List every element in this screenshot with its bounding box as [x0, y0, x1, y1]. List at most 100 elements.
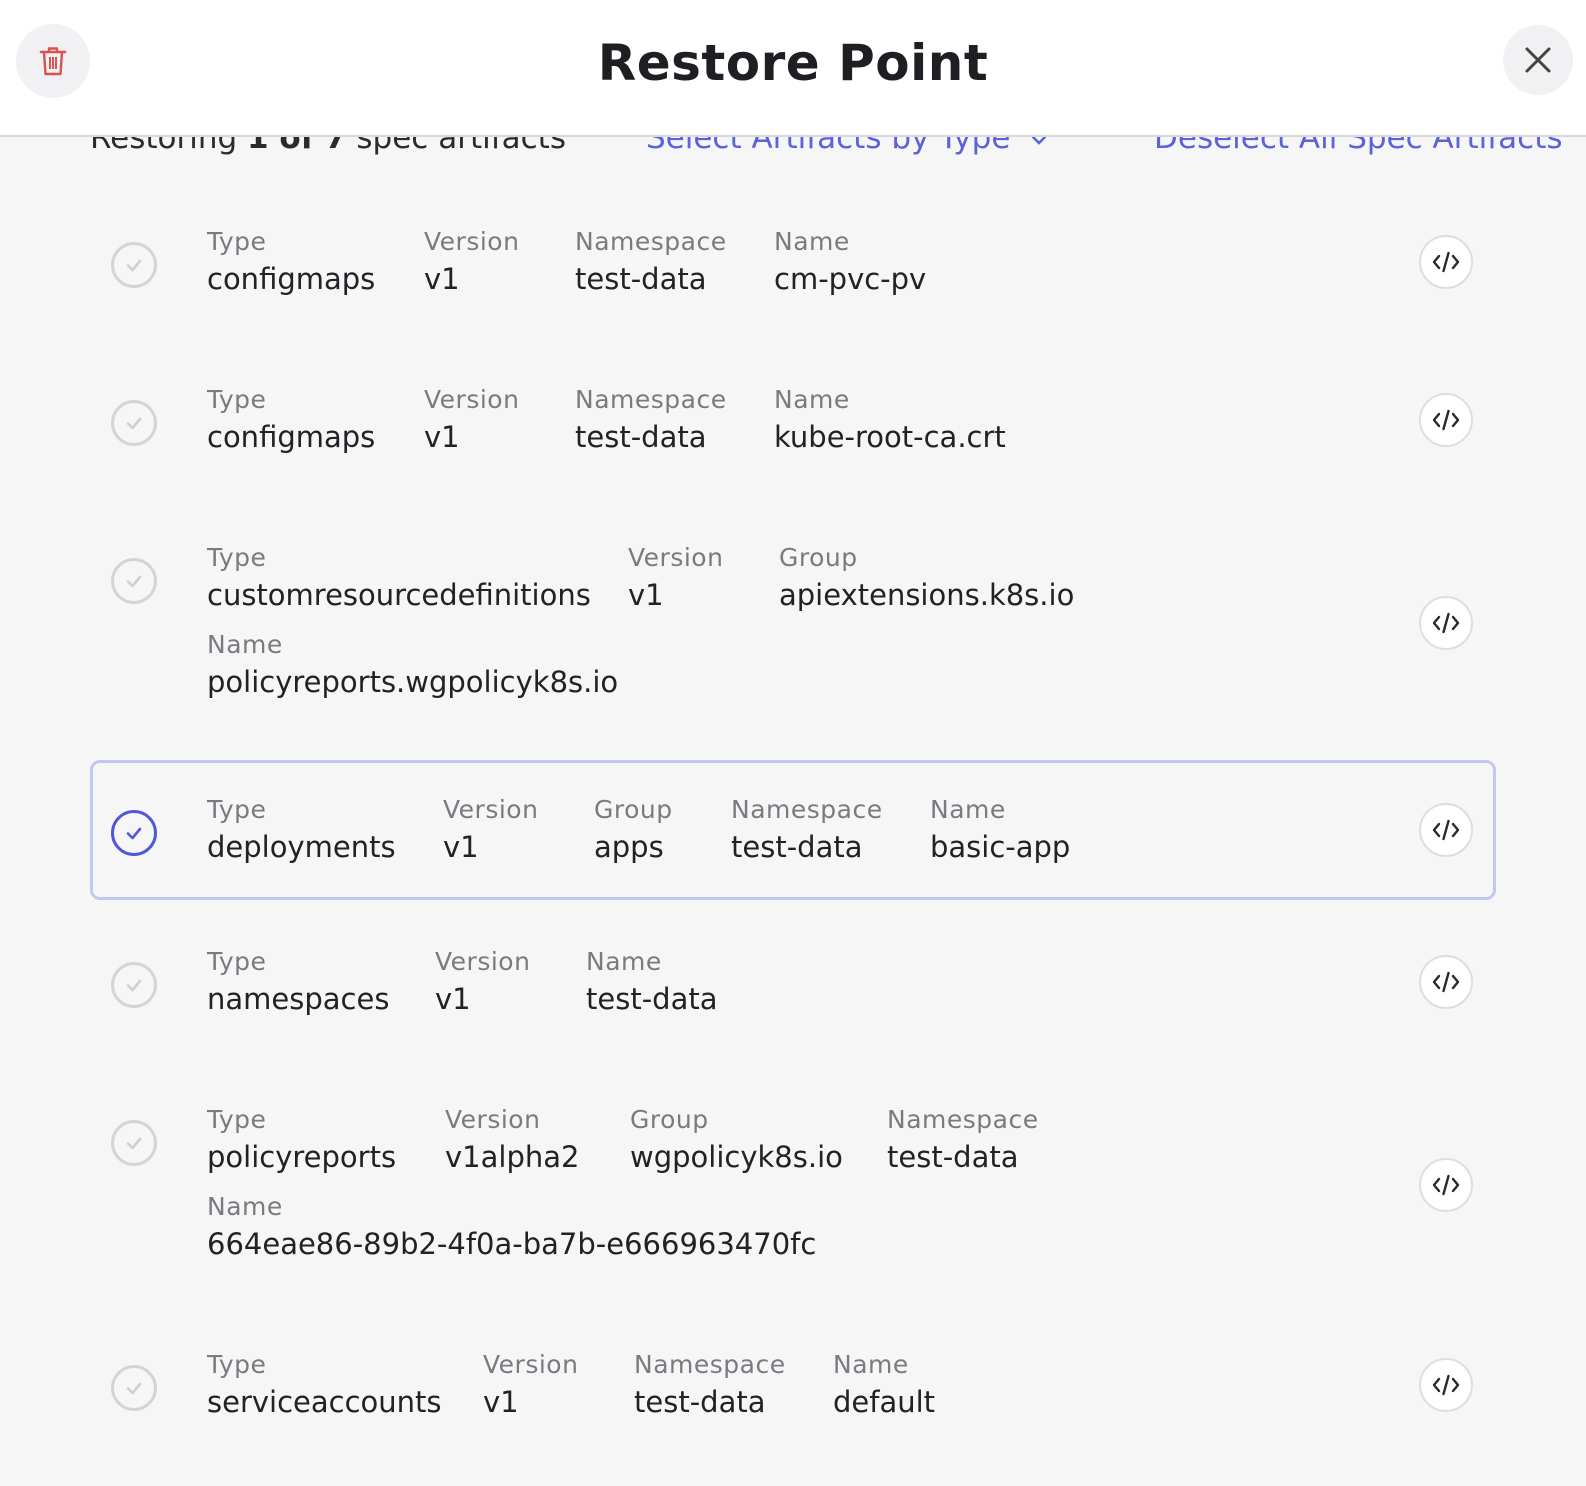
field-value: 664eae86-89b2-4f0a-ba7b-e666963470fc: [207, 1227, 817, 1261]
field-value: test-data: [887, 1140, 1019, 1174]
artifact-field-type: Type deployments: [207, 795, 396, 864]
field-label: Type: [207, 795, 267, 824]
field-label: Group: [779, 543, 858, 572]
field-value: test-data: [634, 1385, 766, 1419]
field-label: Name: [774, 227, 850, 256]
field-value: cm-pvc-pv: [774, 262, 927, 296]
field-value: configmaps: [207, 420, 376, 454]
artifact-field-version: Version v1: [424, 385, 519, 454]
field-label: Type: [207, 1350, 267, 1379]
code-icon: [1432, 971, 1460, 993]
check-icon: [126, 1137, 142, 1150]
field-value: v1: [483, 1385, 519, 1419]
modal-title: Restore Point: [597, 34, 989, 92]
artifact-select-checkbox[interactable]: [111, 962, 157, 1008]
artifact-field-version: Version v1: [443, 795, 538, 864]
field-label: Name: [207, 1192, 283, 1221]
field-value: test-data: [575, 420, 707, 454]
artifact-select-checkbox[interactable]: [111, 1365, 157, 1411]
view-spec-button[interactable]: [1419, 596, 1473, 650]
view-spec-button[interactable]: [1419, 235, 1473, 289]
check-icon: [126, 1382, 142, 1395]
field-label: Type: [207, 543, 267, 572]
artifact-select-checkbox[interactable]: [111, 810, 157, 856]
modal-header: Restore Point: [0, 0, 1586, 137]
artifact-row[interactable]: Type namespaces Version v1 Name test-data: [90, 924, 1496, 1034]
field-label: Name: [833, 1350, 909, 1379]
field-value: v1: [443, 830, 479, 864]
field-label: Version: [424, 385, 520, 414]
field-value: v1: [435, 982, 471, 1016]
field-value: v1: [628, 578, 664, 612]
artifact-select-checkbox[interactable]: [111, 558, 157, 604]
field-label: Type: [207, 947, 267, 976]
check-icon: [126, 417, 142, 430]
artifact-field-type: Type customresourcedefinitions: [207, 543, 591, 612]
field-value: policyreports.wgpolicyk8s.io: [207, 665, 619, 699]
artifact-field-name: Name basic-app: [930, 795, 1070, 864]
code-icon: [1432, 612, 1460, 634]
field-value: apiextensions.k8s.io: [779, 578, 1075, 612]
field-label: Version: [445, 1105, 541, 1134]
artifact-row[interactable]: Type customresourcedefinitions Version v1 Gr…: [90, 520, 1496, 720]
field-value: configmaps: [207, 262, 376, 296]
field-value: serviceaccounts: [207, 1385, 442, 1419]
field-label: Type: [207, 227, 267, 256]
field-label: Name: [586, 947, 662, 976]
artifact-field-type: Type namespaces: [207, 947, 389, 1016]
check-icon: [126, 979, 142, 992]
field-label: Name: [207, 630, 283, 659]
code-icon: [1432, 819, 1460, 841]
artifact-field-namespace: Namespace test-data: [575, 227, 727, 296]
field-label: Version: [424, 227, 520, 256]
field-value: v1: [424, 262, 460, 296]
artifact-field-name: Name policyreports.wgpolicyk8s.io: [207, 630, 618, 699]
artifact-field-group: Group apps: [594, 795, 673, 864]
artifact-select-checkbox[interactable]: [111, 400, 157, 446]
view-spec-button[interactable]: [1419, 803, 1473, 857]
view-spec-button[interactable]: [1419, 1158, 1473, 1212]
field-label: Namespace: [887, 1105, 1039, 1134]
artifact-field-type: Type serviceaccounts: [207, 1350, 442, 1419]
code-icon: [1432, 251, 1460, 273]
field-value: v1: [424, 420, 460, 454]
view-spec-button[interactable]: [1419, 393, 1473, 447]
artifact-field-name: Name default: [833, 1350, 935, 1419]
artifact-field-version: Version v1: [628, 543, 723, 612]
artifact-field-version: Version v1: [424, 227, 519, 296]
field-label: Version: [443, 795, 539, 824]
field-label: Name: [774, 385, 850, 414]
artifact-field-version: Version v1alpha2: [445, 1105, 579, 1174]
field-value: basic-app: [930, 830, 1071, 864]
field-value: customresourcedefinitions: [207, 578, 591, 612]
field-value: test-data: [575, 262, 707, 296]
artifact-field-name: Name test-data: [586, 947, 717, 1016]
artifact-row[interactable]: Type configmaps Version v1 Namespace test-dat…: [90, 204, 1496, 314]
artifact-field-group: Group apiextensions.k8s.io: [779, 543, 1074, 612]
field-label: Group: [594, 795, 673, 824]
field-label: Namespace: [575, 227, 727, 256]
field-label: Type: [207, 1105, 267, 1134]
check-icon: [126, 827, 142, 840]
artifact-row[interactable]: Type serviceaccounts Version v1 Namespace tes…: [90, 1327, 1496, 1437]
artifact-row[interactable]: Type configmaps Version v1 Namespace test-dat…: [90, 362, 1496, 472]
view-spec-button[interactable]: [1419, 1358, 1473, 1412]
field-label: Namespace: [634, 1350, 786, 1379]
artifact-field-namespace: Namespace test-data: [731, 795, 883, 864]
artifact-row[interactable]: Type policyreports Version v1alpha2 Group wgp…: [90, 1082, 1496, 1282]
close-icon: [1525, 47, 1551, 73]
field-label: Version: [483, 1350, 579, 1379]
artifact-select-checkbox[interactable]: [111, 1120, 157, 1166]
artifact-field-type: Type policyreports: [207, 1105, 396, 1174]
artifact-row[interactable]: Type deployments Version v1 Group apps Namespa…: [90, 760, 1496, 900]
artifact-select-checkbox[interactable]: [111, 242, 157, 288]
field-label: Namespace: [575, 385, 727, 414]
code-icon: [1432, 409, 1460, 431]
close-button[interactable]: [1503, 25, 1573, 95]
check-icon: [126, 259, 142, 272]
view-spec-button[interactable]: [1419, 955, 1473, 1009]
artifact-field-name: Name cm-pvc-pv: [774, 227, 926, 296]
artifact-field-namespace: Namespace test-data: [634, 1350, 786, 1419]
field-label: Name: [930, 795, 1006, 824]
artifact-field-type: Type configmaps: [207, 227, 375, 296]
